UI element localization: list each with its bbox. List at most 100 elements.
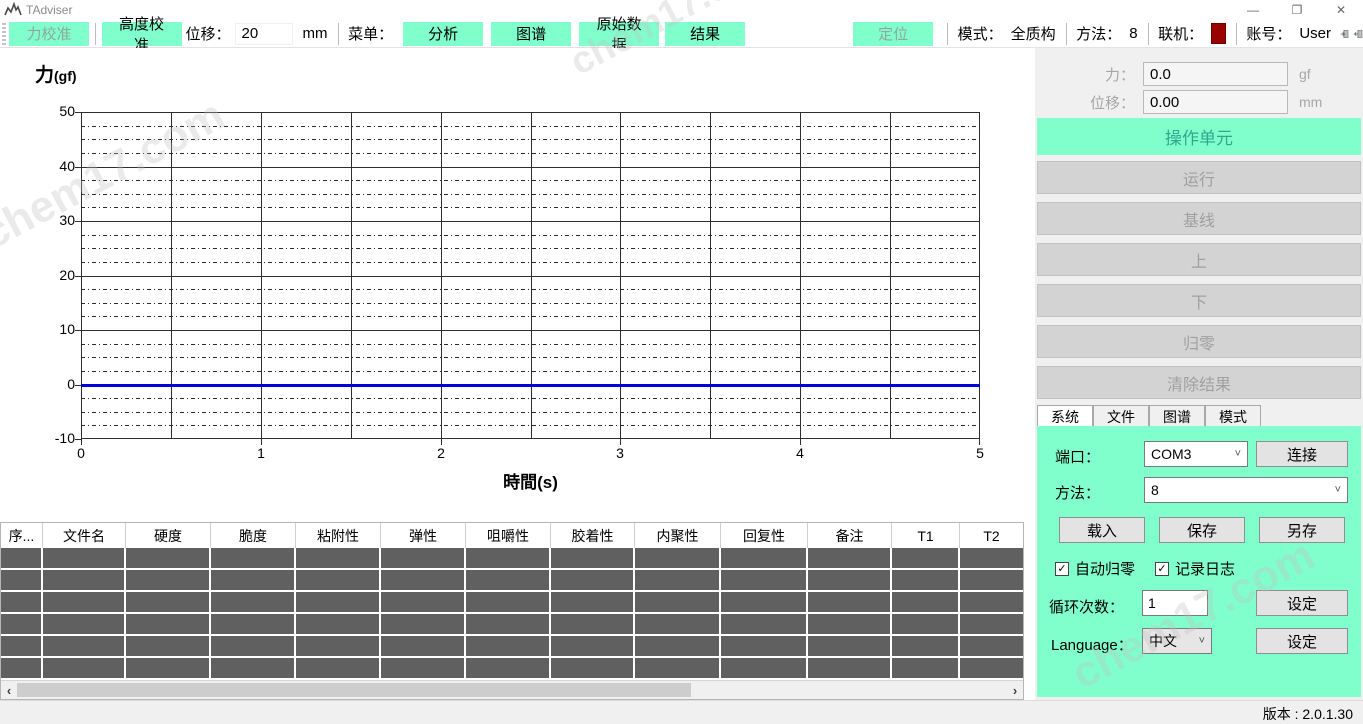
set-language-button[interactable]: 设定 [1256,628,1348,654]
table-cell [211,614,296,636]
separator [338,23,339,45]
table-row[interactable] [1,614,1023,636]
table-cell [43,614,126,636]
table-row[interactable] [1,548,1023,570]
table-cell [551,614,635,636]
menu-label: 菜单： [348,23,393,44]
plot-area: 50403020100-10012345 [81,112,980,439]
cycles-input[interactable]: 1 [1142,590,1208,616]
connect-button[interactable]: 连接 [1256,441,1348,467]
column-header[interactable]: 粘附性 [296,523,381,548]
tab-mode[interactable]: 模式 [1205,405,1261,426]
load-button[interactable]: 载入 [1059,517,1145,543]
operate-unit-button[interactable]: 操作单元 [1037,118,1361,155]
table-cell [126,614,211,636]
table-row[interactable] [1,658,1023,680]
account-label: 账号： [1246,23,1291,44]
table-header-row: 序...文件名硬度脆度粘附性弹性咀嚼性胶着性内聚性回复性备注T1T2 [1,523,1023,548]
height-calibration-button[interactable]: 高度校准 [102,22,182,46]
run-button[interactable]: 运行 [1037,161,1361,194]
table-cell [635,614,721,636]
column-header[interactable]: 回复性 [721,523,808,548]
set-cycles-button[interactable]: 设定 [1256,590,1348,616]
save-button[interactable]: 保存 [1159,517,1245,543]
table-row[interactable] [1,636,1023,658]
table-cell [1,548,43,570]
gridline-minor [81,262,980,263]
clear-results-button[interactable]: 清除结果 [1037,366,1361,399]
positioning-button[interactable]: 定位 [853,22,933,46]
table-cell [43,636,126,658]
log-checkbox[interactable]: ✓ 记录日志 [1155,558,1235,579]
zero-button[interactable]: 归零 [1037,325,1361,358]
table-cell [381,614,466,636]
table-cell [892,592,960,614]
save-as-button[interactable]: 另存 [1259,517,1345,543]
y-tick-label: 0 [35,376,75,392]
column-header[interactable]: 脆度 [211,523,296,548]
port-label: 端口： [1055,446,1100,467]
gridline-major [81,276,980,277]
table-cell [43,548,126,570]
column-header[interactable]: 备注 [808,523,892,548]
table-cell [381,592,466,614]
method-select[interactable]: 8˅ [1144,477,1348,503]
gridline-minor [81,207,980,208]
table-row[interactable] [1,570,1023,592]
tab-file[interactable]: 文件 [1093,405,1149,426]
column-header[interactable]: 胶着性 [551,523,635,548]
column-header[interactable]: 弹性 [381,523,466,548]
port-select[interactable]: COM3˅ [1144,441,1248,467]
table-cell [960,592,1023,614]
column-header[interactable]: 内聚性 [635,523,721,548]
gridline-major [81,167,980,168]
x-tick-label: 4 [780,445,820,461]
maximize-button[interactable]: ❐ [1275,0,1319,20]
table-cell [466,658,551,680]
language-select[interactable]: 中文˅ [1142,628,1212,654]
logout-icon[interactable] [1354,26,1363,42]
toolbar-grip[interactable] [2,23,6,45]
force-calibration-button[interactable]: 力校准 [9,22,89,46]
table-cell [211,658,296,680]
raw-data-button[interactable]: 原始数据 [579,22,659,46]
column-header[interactable]: 咀嚼性 [466,523,551,548]
table-cell [892,570,960,592]
separator [1066,23,1067,45]
horizontal-scrollbar[interactable]: ‹ › [1,680,1023,699]
auto-zero-checkbox[interactable]: ✓ 自动归零 [1055,558,1135,579]
column-header[interactable]: 序... [1,523,43,548]
baseline-button[interactable]: 基线 [1037,202,1361,235]
column-header[interactable]: 硬度 [126,523,211,548]
analysis-button[interactable]: 分析 [403,22,483,46]
gridline-minor [81,289,980,290]
y-tick-label: 10 [35,321,75,337]
column-header[interactable]: T1 [892,523,960,548]
down-button[interactable]: 下 [1037,284,1361,317]
results-button[interactable]: 结果 [665,22,745,46]
scrollbar-thumb[interactable] [17,683,691,697]
login-icon[interactable] [1340,26,1349,42]
tab-system[interactable]: 系统 [1037,405,1093,426]
x-tick-label: 2 [421,445,461,461]
column-header[interactable]: 文件名 [43,523,126,548]
minimize-button[interactable]: — [1231,0,1275,20]
table-cell [1,592,43,614]
table-cell [960,636,1023,658]
displacement-input[interactable] [235,23,293,45]
spectrum-button[interactable]: 图谱 [491,22,571,46]
scroll-right-icon[interactable]: › [1007,681,1023,699]
table-cell [721,658,808,680]
table-cell [551,636,635,658]
table-cell [381,636,466,658]
online-status-indicator [1211,23,1226,44]
table-row[interactable] [1,592,1023,614]
tab-spectrum[interactable]: 图谱 [1149,405,1205,426]
displacement-unit: mm [1299,94,1322,110]
close-button[interactable]: ✕ [1319,0,1363,20]
method-select-label: 方法： [1055,482,1100,503]
up-button[interactable]: 上 [1037,243,1361,276]
table-cell [721,614,808,636]
scroll-left-icon[interactable]: ‹ [1,681,17,699]
column-header[interactable]: T2 [960,523,1023,548]
